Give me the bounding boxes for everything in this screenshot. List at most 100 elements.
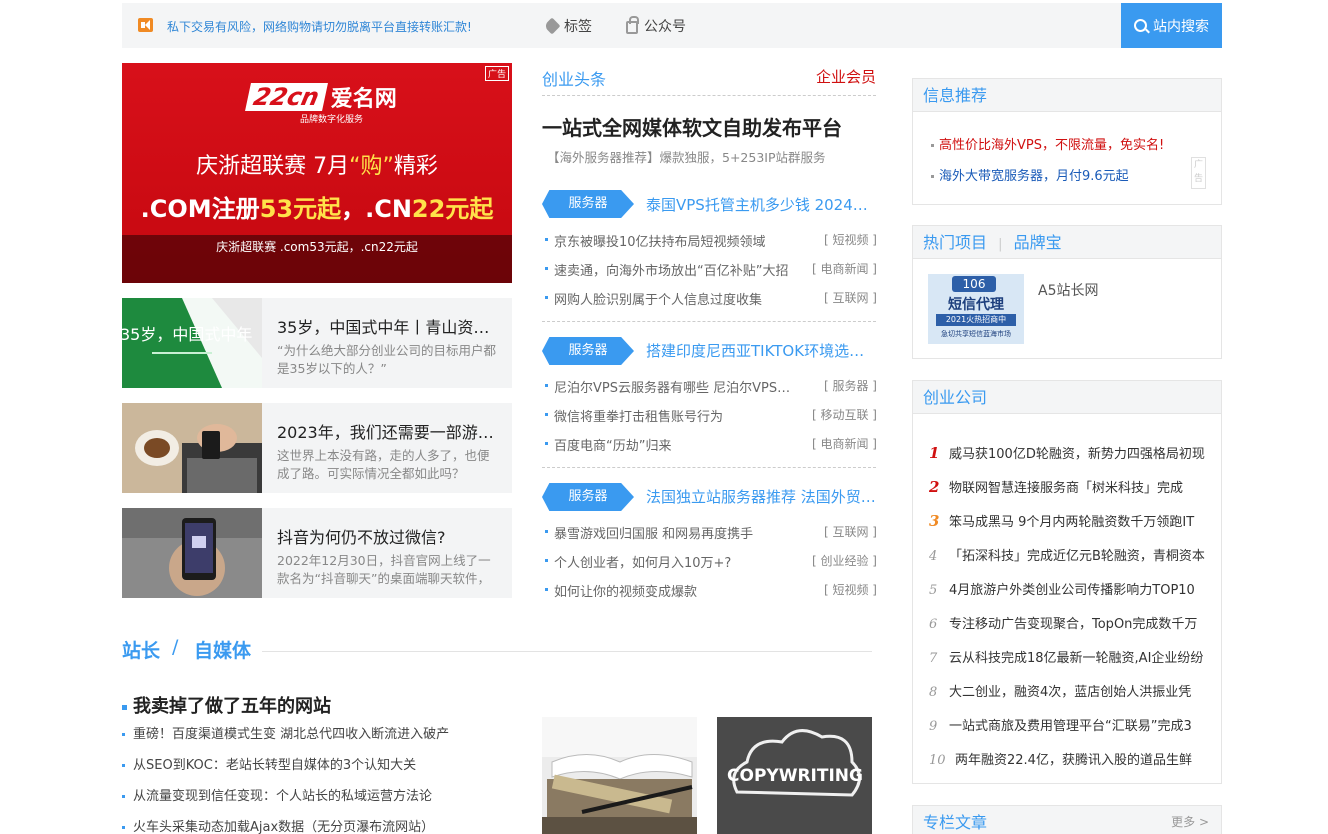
news-category[interactable]: [ 短视频 ]	[824, 581, 877, 598]
webmaster-tab[interactable]: 站长	[122, 636, 160, 663]
top-headline[interactable]: 一站式全网媒体软文自助发布平台	[542, 112, 842, 141]
feature-article[interactable]: 2023年，我们还需要一部游戏手机吗？ 这世界上本没有路，走的人多了，也便成了路…	[122, 403, 512, 493]
webmaster-main-headline[interactable]: 我卖掉了做了五年的网站	[122, 692, 331, 718]
rank-title[interactable]: 4月旅游户外类创业公司传播影响力TOP10	[949, 583, 1195, 598]
ranking-item[interactable]: 1 威马获100亿D轮融资，新势力四强格局初现	[929, 443, 1214, 462]
ranking-item[interactable]: 3 笨马成黑马 9个月内两轮融资数千万领跑IT	[929, 511, 1214, 530]
ad-banner[interactable]: 广告 22cn 爱名网 品牌数字化服务 庆浙超联赛 7月“购”精彩 .COM注册…	[122, 63, 512, 283]
hot-project-image[interactable]: 106 短信代理 2021火热招商中 急切共享短信蓝海市场	[928, 274, 1024, 344]
hot-projects-tab[interactable]: 热门项目	[923, 233, 987, 252]
notice-text[interactable]: 私下交易有风险，网络购物请切勿脱离平台直接转账汇款!	[167, 18, 472, 35]
news-category[interactable]: [ 创业经验 ]	[812, 552, 877, 569]
top-subheadline[interactable]: 【海外服务器推荐】爆款独服，5+253IP站群服务	[547, 147, 826, 166]
rank-title[interactable]: 云从科技完成18亿最新一轮融资,AI企业纷纷	[949, 651, 1203, 666]
ranking-item[interactable]: 5 4月旅游户外类创业公司传播影响力TOP10	[929, 579, 1214, 598]
copywriting-label: COPYWRITING	[727, 766, 863, 786]
ranking-item[interactable]: 7 云从科技完成18亿最新一轮融资,AI企业纷纷	[929, 647, 1214, 666]
feature-article[interactable]: 35岁，中国式中年 35岁，中国式中年丨青山资本2023年中消费报告 “为什么绝…	[122, 298, 512, 388]
rank-title[interactable]: 大二创业，融资4次，蓝店创始人洪振业凭	[949, 685, 1191, 700]
wechat-account-link[interactable]: 公众号	[626, 15, 686, 36]
news-title[interactable]: 个人创业者，如何月入10万+?	[554, 552, 794, 571]
news-title[interactable]: 微信将重拳打击租售账号行为	[554, 406, 794, 425]
news-title[interactable]: 暴雪游戏回归国服 和网易再度携手	[554, 523, 794, 542]
ranking-item[interactable]: 10 两年融资22.4亿，获腾讯入股的道品生鲜	[929, 749, 1214, 768]
rank-title[interactable]: 「拓深科技」完成近亿元B轮融资，青桐资本	[949, 549, 1205, 564]
ranking-item[interactable]: 6 专注移动广告变现聚合，TopOn完成数千万	[929, 613, 1214, 632]
webmaster-item[interactable]: 火车头采集动态加载Ajax数据（无分页瀑布流网站）	[122, 816, 512, 834]
hot-image-title: 短信代理	[948, 297, 1004, 313]
news-title[interactable]: 如何让你的视频变成爆款	[554, 581, 794, 600]
startup-headlines-tab[interactable]: 创业头条	[542, 66, 606, 90]
site-search-label: 站内搜索	[1153, 18, 1209, 35]
rank-number: 3	[929, 512, 940, 530]
enterprise-member-link[interactable]: 企业会员	[816, 66, 876, 87]
hot-image-caption: 急切共享短信蓝海市场	[941, 330, 1011, 338]
info-item[interactable]: 高性价比海外VPS，不限流量，免实名!	[931, 134, 1164, 153]
we-media-tab[interactable]: 自媒体	[194, 636, 251, 663]
news-title[interactable]: 网购人脸识别属于个人信息过度收集	[554, 289, 794, 308]
hot-projects-header: 热门项目 | 品牌宝	[913, 226, 1221, 259]
ranking-item[interactable]: 4 「拓深科技」完成近亿元B轮融资，青桐资本	[929, 545, 1214, 564]
ad-price-part: ，.CN	[341, 195, 412, 223]
ranking-item[interactable]: 8 大二创业，融资4次，蓝店创始人洪振业凭	[929, 681, 1214, 700]
header-separator: |	[998, 237, 1003, 252]
feature-title[interactable]: 2023年，我们还需要一部游戏手机吗？	[277, 419, 497, 443]
section-title[interactable]: 搭建印度尼西亚TIKTOK环境选择什么服务器	[646, 340, 876, 361]
webmaster-item[interactable]: 从流量变现到信任变现：个人站长的私域运营方法论	[122, 785, 512, 804]
feature-thumbnail[interactable]	[122, 508, 262, 598]
header-rule	[262, 651, 872, 652]
news-category[interactable]: [ 移动互联 ]	[812, 406, 877, 423]
info-recommend-title[interactable]: 信息推荐	[913, 79, 1221, 112]
section-title[interactable]: 法国独立站服务器推荐 法国外贸服务器	[646, 486, 876, 507]
feature-thumbnail[interactable]	[122, 403, 262, 493]
hot-image-number: 106	[952, 276, 996, 292]
rank-title[interactable]: 物联网智慧连接服务商「树米科技」完成	[949, 481, 1183, 496]
rank-title[interactable]: 一站式商旅及费用管理平台“汇联易”完成3	[949, 719, 1192, 734]
feature-thumbnail[interactable]: 35岁，中国式中年	[122, 298, 262, 388]
article-image-book[interactable]	[542, 717, 697, 834]
more-link[interactable]: 更多 >	[1171, 806, 1209, 834]
news-category[interactable]: [ 互联网 ]	[824, 523, 877, 540]
news-category[interactable]: [ 互联网 ]	[824, 289, 877, 306]
section-title[interactable]: 泰国VPS托管主机多少钱 2024年泰国服务器推荐	[646, 194, 876, 215]
startup-companies-title[interactable]: 创业公司	[913, 381, 1221, 414]
brand-treasure-tab[interactable]: 品牌宝	[1014, 233, 1062, 252]
column-articles-title[interactable]: 专栏文章	[923, 813, 987, 832]
rank-title[interactable]: 专注移动广告变现聚合，TopOn完成数千万	[949, 617, 1197, 632]
webmaster-item[interactable]: 重磅！百度渠道模式生变 湖北总代四收入断流进入破产	[122, 723, 512, 742]
rank-title[interactable]: 威马获100亿D轮融资，新势力四强格局初现	[949, 447, 1205, 462]
ad-footer-caption: 庆浙超联赛 .com53元起，.cn22元起	[122, 235, 512, 283]
news-category[interactable]: [ 服务器 ]	[824, 377, 877, 394]
news-category[interactable]: [ 短视频 ]	[824, 231, 877, 248]
news-category[interactable]: [ 电商新闻 ]	[812, 435, 877, 452]
rank-number: 10	[929, 753, 946, 768]
article-image-copywriting[interactable]: COPYWRITING	[717, 717, 872, 834]
news-category[interactable]: [ 电商新闻 ]	[812, 260, 877, 277]
news-title[interactable]: 百度电商“历劫”归来	[554, 435, 794, 454]
feature-title[interactable]: 35岁，中国式中年丨青山资本2023年中消费报告	[277, 314, 497, 338]
rank-title[interactable]: 两年融资22.4亿，获腾讯入股的道品生鲜	[955, 753, 1192, 768]
ad-logo-subtitle: 品牌数字化服务	[300, 115, 364, 125]
feature-article[interactable]: 抖音为何仍不放过微信? 2022年12月30日，抖音官网上线了一款名为“抖音聊天…	[122, 508, 512, 598]
ranking-item[interactable]: 9 一站式商旅及费用管理平台“汇联易”完成3	[929, 715, 1214, 734]
section-tag[interactable]: 服务器	[542, 337, 634, 365]
webmaster-item[interactable]: 从SEO到KOC：老站长转型自媒体的3个认知大关	[122, 754, 512, 773]
news-title[interactable]: 京东被曝投10亿扶持布局短视频领域	[554, 231, 794, 250]
site-search-button[interactable]: 站内搜索	[1121, 3, 1222, 48]
ranking-item[interactable]: 2 物联网智慧连接服务商「树米科技」完成	[929, 477, 1214, 496]
tags-link[interactable]: 标签	[543, 16, 592, 36]
ad-headline-part: 精彩	[393, 154, 438, 179]
news-title[interactable]: 速卖通，向海外市场放出“百亿补贴”大招	[554, 260, 794, 279]
ad-price-highlight: 53元起	[259, 195, 342, 223]
info-recommend-box: 信息推荐 高性价比海外VPS，不限流量，免实名! 海外大带宽服务器，月付9.6元…	[912, 78, 1222, 205]
rank-title[interactable]: 笨马成黑马 9个月内两轮融资数千万领跑IT	[949, 515, 1194, 530]
news-title[interactable]: 尼泊尔VPS云服务器有哪些 尼泊尔VPS云服务器推荐	[554, 377, 794, 396]
ad-headline: 庆浙超联赛 7月“购”精彩	[122, 148, 512, 180]
copywriting-cloud-graphic: COPYWRITING	[717, 717, 872, 834]
info-item[interactable]: 海外大带宽服务器，月付9.6元起	[931, 165, 1129, 184]
section-tag[interactable]: 服务器	[542, 190, 634, 218]
startup-headlines-header: 创业头条 企业会员	[542, 66, 876, 96]
section-tag[interactable]: 服务器	[542, 483, 634, 511]
hot-project-name[interactable]: A5站长网	[1038, 280, 1098, 300]
feature-title[interactable]: 抖音为何仍不放过微信?	[277, 524, 497, 548]
